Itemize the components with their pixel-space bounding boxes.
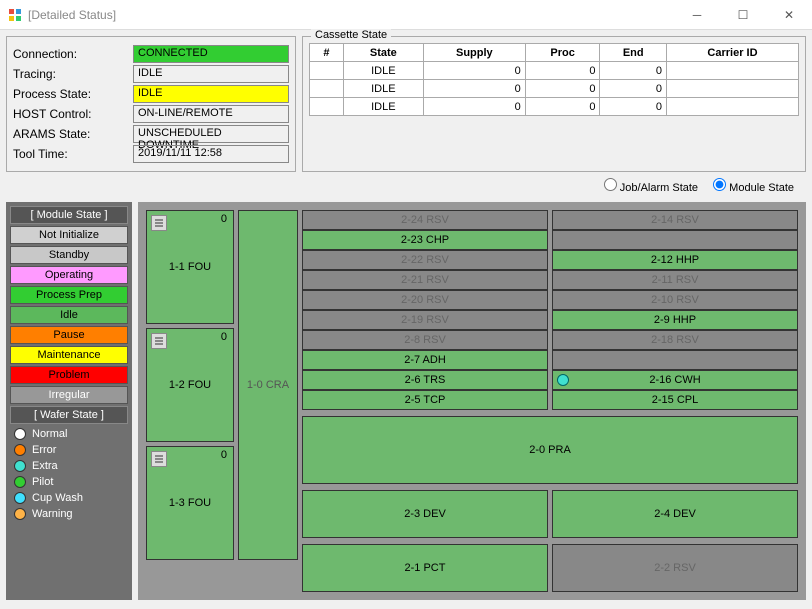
status-value: IDLE	[133, 85, 289, 103]
legend-item[interactable]: Irregular	[10, 386, 128, 404]
fou-module[interactable]: 01-3 FOU	[146, 446, 234, 560]
view-radio-row: Job/Alarm State Module State	[6, 172, 806, 196]
status-label: Connection:	[13, 47, 133, 61]
legend-item[interactable]: Not Initialize	[10, 226, 128, 244]
status-label: Process State:	[13, 87, 133, 101]
legend-item[interactable]: Maintenance	[10, 346, 128, 364]
module-cell[interactable]: 2-18 RSV	[552, 330, 798, 350]
module-cell[interactable]: 2-20 RSV	[302, 290, 548, 310]
module-cell[interactable]: 2-6 TRS	[302, 370, 548, 390]
cassette-row[interactable]: IDLE000	[310, 98, 799, 116]
module-cell[interactable]: 2-14 RSV	[552, 210, 798, 230]
jobalarm-radio[interactable]: Job/Alarm State	[604, 182, 698, 194]
module-cell[interactable]: 2-11 RSV	[552, 270, 798, 290]
maximize-button[interactable]: ☐	[720, 0, 766, 30]
cassette-table: #StateSupplyProcEndCarrier ID IDLE000IDL…	[309, 43, 799, 116]
module-cell[interactable]: 2-7 ADH	[302, 350, 548, 370]
wafer-legend-item: Extra	[10, 458, 128, 474]
module-cell[interactable]: 2-16 CWH	[552, 370, 798, 390]
wafer-indicator-icon	[557, 374, 569, 386]
module-cell[interactable]: 2-24 RSV	[302, 210, 548, 230]
module-cell[interactable]: 2-9 HHP	[552, 310, 798, 330]
module-cell[interactable]: 2-8 RSV	[302, 330, 548, 350]
module-cell[interactable]: 2-5 TCP	[302, 390, 548, 410]
dev-module[interactable]: 2-4 DEV	[552, 490, 798, 538]
status-label: Tool Time:	[13, 147, 133, 161]
fou-module[interactable]: 01-1 FOU	[146, 210, 234, 324]
pra-module[interactable]: 2-0 PRA	[302, 416, 798, 484]
wafer-legend-item: Normal	[10, 426, 128, 442]
cra-module[interactable]: 1-0 CRA	[238, 210, 298, 560]
module-radio[interactable]: Module State	[713, 182, 794, 194]
cassette-icon	[151, 215, 167, 231]
cassette-row[interactable]: IDLE000	[310, 62, 799, 80]
wafer-dot-icon	[14, 492, 26, 504]
module-cell[interactable]: 2-23 CHP	[302, 230, 548, 250]
legend-item[interactable]: Operating	[10, 266, 128, 284]
wafer-dot-icon	[14, 508, 26, 520]
wafer-dot-icon	[14, 444, 26, 456]
status-value: ON-LINE/REMOTE	[133, 105, 289, 123]
pct-module[interactable]: 2-1 PCT	[302, 544, 548, 592]
close-button[interactable]: ✕	[766, 0, 812, 30]
wafer-legend-item: Cup Wash	[10, 490, 128, 506]
module-cell[interactable]: 2-19 RSV	[302, 310, 548, 330]
status-value: UNSCHEDULED DOWNTIME	[133, 125, 289, 143]
module-cell[interactable]: 2-12 HHP	[552, 250, 798, 270]
module-cell[interactable]: 2-22 RSV	[302, 250, 548, 270]
module-cell[interactable]: 2-15 CPL	[552, 390, 798, 410]
titlebar: [Detailed Status] ─ ☐ ✕	[0, 0, 812, 30]
wafer-dot-icon	[14, 476, 26, 488]
module-state-header: [ Module State ]	[10, 206, 128, 224]
legend-item[interactable]: Pause	[10, 326, 128, 344]
dev-module[interactable]: 2-3 DEV	[302, 490, 548, 538]
legend-item[interactable]: Process Prep	[10, 286, 128, 304]
status-label: ARAMS State:	[13, 127, 133, 141]
legend-panel: [ Module State ] Not Initialize Standby Op…	[6, 202, 132, 600]
fou-module[interactable]: 01-2 FOU	[146, 328, 234, 442]
wafer-state-header: [ Wafer State ]	[10, 406, 128, 424]
module-cell[interactable]	[552, 350, 798, 370]
wafer-legend-item: Error	[10, 442, 128, 458]
wafer-dot-icon	[14, 428, 26, 440]
wafer-legend-item: Pilot	[10, 474, 128, 490]
wafer-dot-icon	[14, 460, 26, 472]
module-area: 01-1 FOU01-2 FOU01-3 FOU 1-0 CRA 2-24 RS…	[138, 202, 806, 600]
module-cell[interactable]: 2-10 RSV	[552, 290, 798, 310]
cassette-icon	[151, 451, 167, 467]
module-cell[interactable]	[552, 230, 798, 250]
legend-item[interactable]: Problem	[10, 366, 128, 384]
module-cell[interactable]: 2-21 RSV	[302, 270, 548, 290]
wafer-legend-item: Warning	[10, 506, 128, 522]
cassette-row[interactable]: IDLE000	[310, 80, 799, 98]
legend-item[interactable]: Idle	[10, 306, 128, 324]
minimize-button[interactable]: ─	[674, 0, 720, 30]
status-value: 2019/11/11 12:58	[133, 145, 289, 163]
app-icon	[8, 8, 22, 22]
window-title: [Detailed Status]	[28, 8, 116, 22]
cassette-panel: Cassette State #StateSupplyProcEndCarrie…	[302, 36, 806, 172]
status-value: IDLE	[133, 65, 289, 83]
status-label: HOST Control:	[13, 107, 133, 121]
status-label: Tracing:	[13, 67, 133, 81]
cassette-title: Cassette State	[311, 29, 391, 41]
legend-item[interactable]: Standby	[10, 246, 128, 264]
status-panel: Connection:CONNECTEDTracing:IDLEProcess …	[6, 36, 296, 172]
status-value: CONNECTED	[133, 45, 289, 63]
pct-module[interactable]: 2-2 RSV	[552, 544, 798, 592]
cassette-icon	[151, 333, 167, 349]
